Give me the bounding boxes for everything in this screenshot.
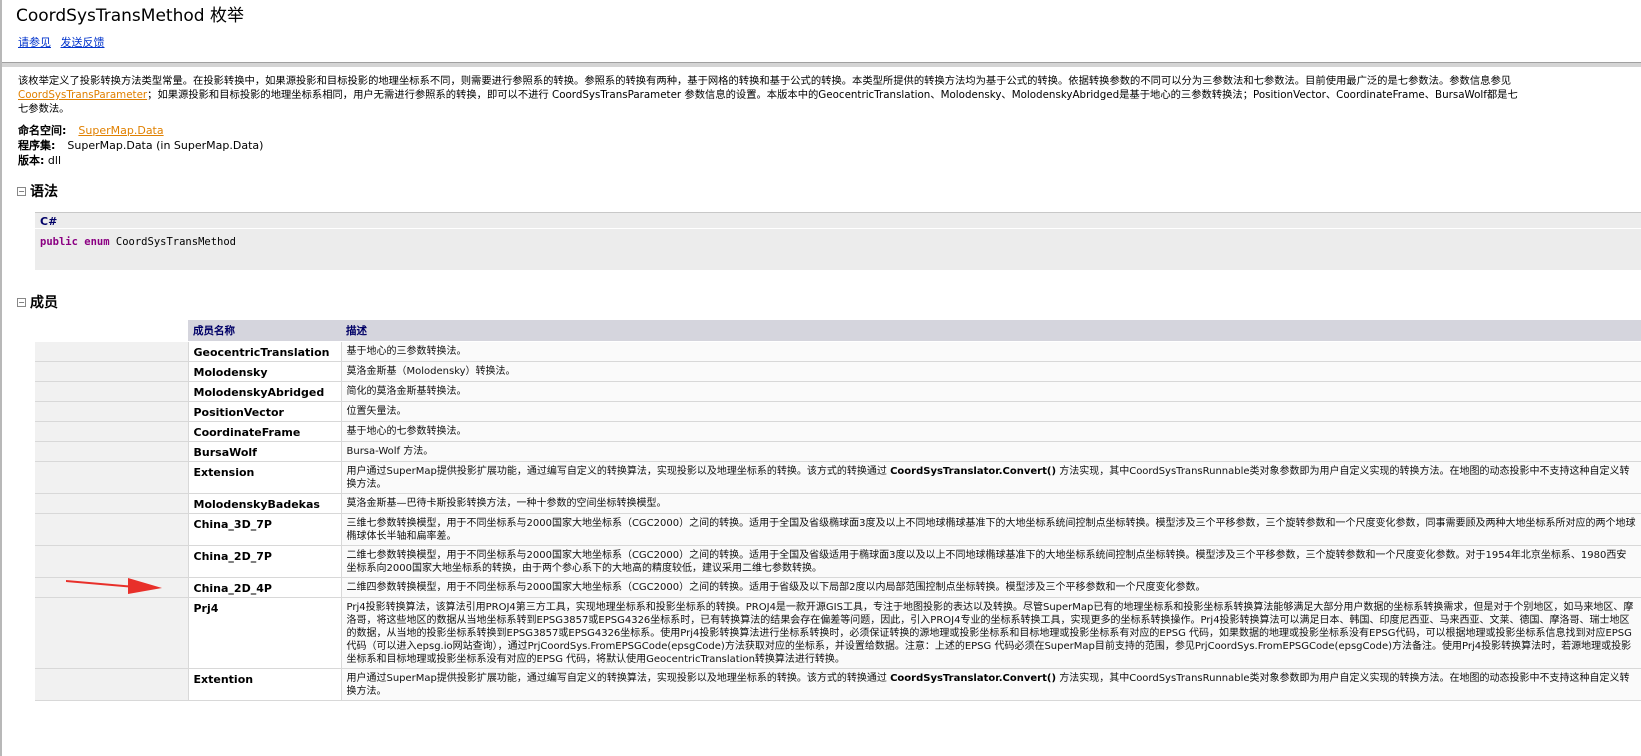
table-row: China_2D_7P 二维七参数转换模型，用于不同坐标系与2000国家大地坐标系… [35,545,1641,578]
row-blank [35,597,189,669]
column-header-name: 成员名称 [188,320,341,342]
table-row: GeocentricTranslation 基于地心的三参数转换法。 [35,341,1641,362]
coordsystransparameter-link[interactable]: CoordSysTransParameter [18,89,147,101]
intro-content: 该枚举定义了投影转换方法类型常量。在投影转换中，如果源投影和目标投影的地理坐标系… [18,74,1641,168]
member-name: MolodenskyBadekas [188,493,342,514]
table-row: China_3D_7P 三维七参数转换模型，用于不同坐标系与2000国家大地坐标系… [35,513,1641,546]
table-row: Molodensky 莫洛金斯基（Molodensky）转换法。 [35,361,1641,382]
summary-line-2: ；如果源投影和目标投影的地理坐标系相同，用户无需进行参照系的转换，即可以不进行 … [147,89,1518,101]
summary-line-3: 七参数法。 [18,103,70,115]
row-blank [35,441,189,462]
assembly-label: 程序集: [18,139,56,152]
send-feedback-link[interactable]: 发送反馈 [61,36,105,49]
page-header: CoordSysTransMethod 枚举 请参见 发送反馈 [14,0,1634,50]
keyword-enum: enum [84,236,110,248]
row-blank [35,461,189,494]
table-row: PositionVector 位置矢量法。 [35,401,1641,422]
table-row: Prj4 Prj4投影转换算法，该算法引用PROJ4第三方工具，实现地理坐标系和投… [35,597,1641,669]
summary-text: 该枚举定义了投影转换方法类型常量。在投影转换中，如果源投影和目标投影的地理坐标系… [18,74,1641,116]
row-blank [35,577,189,598]
row-blank [35,668,189,701]
row-blank [35,421,189,442]
member-name: Molodensky [188,361,342,382]
row-blank [35,361,189,382]
row-blank [35,545,189,578]
header-separator [2,62,1641,67]
member-name: PositionVector [188,401,342,422]
table-row: China_2D_4P 二维四参数转换模型，用于不同坐标系与2000国家大地坐标系… [35,577,1641,598]
syntax-language-label: C# [35,213,1641,229]
member-description: 用户通过SuperMap提供投影扩展功能，通过编写自定义的转换算法，实现投影以及… [341,668,1641,701]
enum-name: CoordSysTransMethod [115,236,236,248]
member-name: GeocentricTranslation [188,341,342,362]
member-description: 二维四参数转换模型，用于不同坐标系与2000国家大地坐标系（CGC2000）之间… [341,577,1641,598]
member-description: Prj4投影转换算法，该算法引用PROJ4第三方工具，实现地理坐标系和投影坐标系… [341,597,1641,669]
members-table: 成员名称 描述 GeocentricTranslation 基于地心的三参数转换法… [35,320,1641,701]
member-description: 简化的莫洛金斯基转换法。 [341,381,1641,402]
table-row: BursaWolf Bursa-Wolf 方法。 [35,441,1641,462]
member-name: BursaWolf [188,441,342,462]
version-value: dll [47,154,62,167]
row-blank [35,381,189,402]
column-header-description: 描述 [341,320,1641,342]
member-description: 莫洛金斯基（Molodensky）转换法。 [341,361,1641,382]
row-blank [35,401,189,422]
header-links: 请参见 发送反馈 [18,36,1634,50]
left-border [0,0,2,756]
summary-line-1: 该枚举定义了投影转换方法类型常量。在投影转换中，如果源投影和目标投影的地理坐标系… [18,75,1512,87]
member-description: 二维七参数转换模型，用于不同坐标系与2000国家大地坐标系（CGC2000）之间… [341,545,1641,578]
members-section-heading[interactable]: − 成员 [17,292,58,312]
member-description: 莫洛金斯基—巴待卡斯投影转换方法，一种十参数的空间坐标转换模型。 [341,493,1641,514]
member-description: 基于地心的三参数转换法。 [341,341,1641,362]
version-label: 版本: [18,154,45,167]
meta-info: 命名空间: SuperMap.Data 程序集: SuperMap.Data (in… [18,123,1641,168]
convert-method-ref: CoordSysTranslator.Convert() [890,673,1057,684]
collapse-icon[interactable]: − [17,187,26,196]
description-part: 用户通过SuperMap提供投影扩展功能，通过编写自定义的转换算法，实现投影以及… [346,466,891,477]
members-table-header: 成员名称 描述 [35,320,1641,342]
members-heading-text: 成员 [30,295,58,311]
member-description: 基于地心的七参数转换法。 [341,421,1641,442]
table-row: MolodenskyAbridged 简化的莫洛金斯基转换法。 [35,381,1641,402]
member-name: CoordinateFrame [188,421,342,442]
table-row: Extension 用户通过SuperMap提供投影扩展功能，通过编写自定义的转换… [35,461,1641,494]
syntax-code-box: C# public enum CoordSysTransMethod [35,212,1641,270]
table-row: Extention 用户通过SuperMap提供投影扩展功能，通过编写自定义的转换… [35,668,1641,701]
member-name: Extension [188,461,342,494]
member-name: China_2D_7P [188,545,342,578]
syntax-code: public enum CoordSysTransMethod [35,229,1641,248]
assembly-value: SuperMap.Data (in SuperMap.Data) [67,139,264,152]
member-description: Bursa-Wolf 方法。 [341,441,1641,462]
keyword-public: public [40,236,78,248]
member-description: 三维七参数转换模型，用于不同坐标系与2000国家大地坐标系（CGC2000）之间… [341,513,1641,546]
description-part: 用户通过SuperMap提供投影扩展功能，通过编写自定义的转换算法，实现投影以及… [346,673,891,684]
row-blank [35,341,189,362]
member-name: China_3D_7P [188,513,342,546]
row-blank [35,493,189,514]
member-name: Extention [188,668,342,701]
member-name: MolodenskyAbridged [188,381,342,402]
table-row: CoordinateFrame 基于地心的七参数转换法。 [35,421,1641,442]
member-name: Prj4 [188,597,342,669]
page-title: CoordSysTransMethod 枚举 [16,6,244,26]
see-also-link[interactable]: 请参见 [18,36,51,49]
namespace-link[interactable]: SuperMap.Data [78,124,163,137]
syntax-section-heading[interactable]: − 语法 [17,181,58,201]
syntax-heading-text: 语法 [30,184,58,200]
member-description: 用户通过SuperMap提供投影扩展功能，通过编写自定义的转换算法，实现投影以及… [341,461,1641,494]
member-description: 位置矢量法。 [341,401,1641,422]
collapse-icon[interactable]: − [17,298,26,307]
namespace-label: 命名空间: [18,124,67,137]
row-blank [35,513,189,546]
convert-method-ref: CoordSysTranslator.Convert() [890,466,1057,477]
member-name: China_2D_4P [188,577,342,598]
header-blank [35,320,188,342]
table-row: MolodenskyBadekas 莫洛金斯基—巴待卡斯投影转换方法，一种十参数的… [35,493,1641,514]
